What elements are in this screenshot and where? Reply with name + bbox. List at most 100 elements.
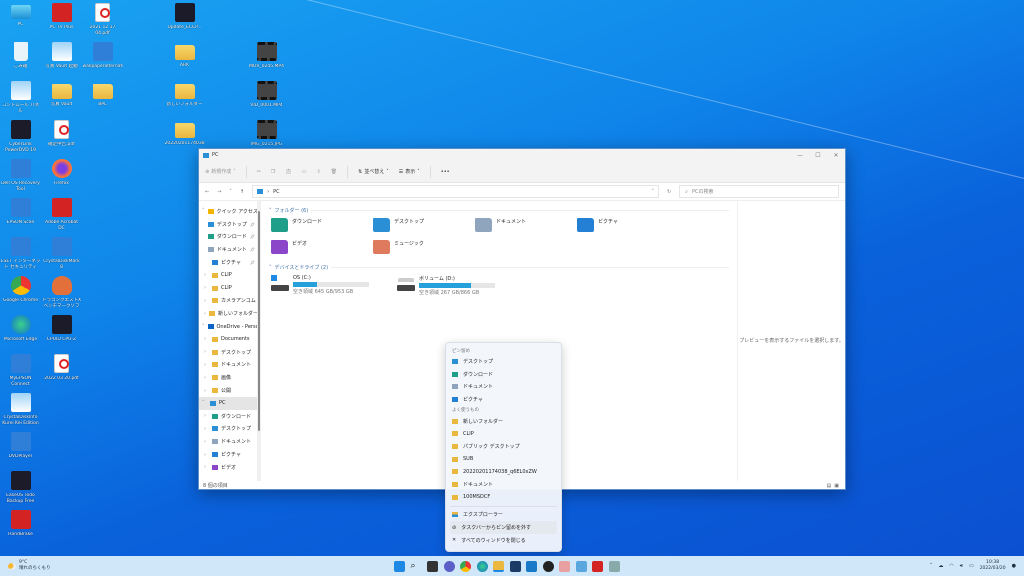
chevron-right-icon[interactable]: ›: [204, 439, 209, 445]
desktop-icon[interactable]: CrystalDiskMark 8: [41, 234, 82, 273]
search-icon[interactable]: ⌕: [411, 561, 422, 572]
close-button[interactable]: ✕: [827, 152, 845, 159]
nav-item[interactable]: › ドキュメント: [199, 359, 257, 372]
nav-item[interactable]: › Documents: [199, 333, 257, 346]
chevron-right-icon[interactable]: ›: [204, 362, 209, 368]
desktop-icon[interactable]: VID_0001.MP4: [246, 78, 287, 117]
nav-item[interactable]: › カメラアンコム: [199, 295, 257, 308]
onedrive-icon[interactable]: ☁: [938, 563, 943, 569]
new-button[interactable]: ⊕ 新規作成 ˅: [205, 168, 236, 176]
chevron-right-icon[interactable]: ›: [204, 426, 209, 432]
nav-item[interactable]: ˅ OneDrive - Perso: [199, 320, 257, 333]
pin-icon[interactable]: 📌︎: [250, 234, 257, 239]
store-icon[interactable]: [509, 560, 521, 572]
desktop-icon[interactable]: 2022 03 20.pdf: [41, 351, 82, 390]
jump-pinned-item[interactable]: ダウンロード: [450, 368, 557, 381]
desktop-icon[interactable]: PC: [0, 0, 41, 39]
folder-item[interactable]: ピクチャ: [577, 218, 679, 240]
view-button[interactable]: ☰ 表示 ˅: [399, 168, 420, 176]
drive-item[interactable]: OS (C:) 空き領域 645 GB/953 GB: [271, 275, 369, 296]
nav-item[interactable]: ピクチャ 📌︎: [199, 256, 257, 269]
chevron-right-icon[interactable]: ›: [204, 311, 206, 317]
desktop-icon[interactable]: CrystalDiskInfo Kurei Kei Edition: [0, 390, 41, 429]
title-bar[interactable]: PC — ☐ ✕: [199, 149, 845, 161]
pin-icon[interactable]: 📌︎: [250, 247, 257, 252]
nav-item[interactable]: › CLIP: [199, 282, 257, 295]
wifi-icon[interactable]: ◠: [949, 563, 953, 569]
breadcrumb-pc[interactable]: PC: [273, 189, 280, 195]
cut-icon[interactable]: ✂: [257, 169, 261, 175]
drives-section-header[interactable]: ˅ デバイスとドライブ (2): [269, 264, 729, 271]
edge-icon[interactable]: [476, 560, 488, 572]
desktop-icon[interactable]: EPSON Scan: [0, 195, 41, 234]
desktop-icon[interactable]: CPUID CPU-Z: [41, 312, 82, 351]
address-bar[interactable]: › PC ˅: [252, 185, 659, 198]
chevron-right-icon[interactable]: ›: [204, 349, 209, 355]
share-icon[interactable]: ⇪: [317, 169, 321, 175]
nav-item[interactable]: › 画像: [199, 371, 257, 384]
desktop-icon[interactable]: MOV_0245.MP4: [246, 39, 287, 78]
folders-section-header[interactable]: ˅ フォルダー (6): [269, 207, 729, 214]
pin-icon[interactable]: 📌︎: [250, 222, 257, 227]
task-view-icon[interactable]: [427, 560, 438, 572]
file-explorer-icon[interactable]: [493, 560, 504, 572]
folder-item[interactable]: デスクトップ: [373, 218, 475, 240]
desktop-icon[interactable]: 写真 Vault 起動: [41, 39, 82, 78]
desktop-icon[interactable]: Dell OS Recovery Tool: [0, 156, 41, 195]
chevron-right-icon[interactable]: ›: [204, 285, 209, 291]
notification-icon[interactable]: ●: [1012, 563, 1016, 569]
nav-item[interactable]: ˅ PC: [199, 396, 257, 410]
pc-tv-icon[interactable]: [592, 560, 603, 572]
nav-scrollbar[interactable]: [257, 201, 261, 481]
snipping-icon[interactable]: [559, 560, 570, 572]
chevron-right-icon[interactable]: ›: [204, 336, 209, 342]
app-icon[interactable]: [608, 560, 620, 572]
nav-item[interactable]: › 新しいフォルダー: [199, 307, 257, 320]
nav-item[interactable]: › デスクトップ: [199, 346, 257, 359]
settings-icon[interactable]: [542, 560, 554, 572]
desktop-icon[interactable]: HandBrake: [0, 507, 41, 546]
desktop-icon[interactable]: ARK: [164, 39, 205, 78]
folder-item[interactable]: ドキュメント: [475, 218, 577, 240]
volume-icon[interactable]: 🔊︎: [960, 563, 963, 569]
desktop-icon[interactable]: Google Chrome: [0, 273, 41, 312]
folder-item[interactable]: ダウンロード: [271, 218, 373, 240]
jump-frequent-item[interactable]: CLIP: [450, 427, 557, 440]
desktop-icon[interactable]: Update_ECCP...: [164, 0, 205, 39]
maximize-button[interactable]: ☐: [809, 152, 827, 159]
pin-icon[interactable]: 📌︎: [250, 260, 257, 265]
desktop-icon[interactable]: CyberLink PowerDVD 19: [0, 117, 41, 156]
search-input[interactable]: ⌕ PCの検索: [679, 185, 839, 198]
desktop-icon[interactable]: ドラゴンクエストX ベンチマークソフト: [41, 273, 82, 312]
jump-frequent-item[interactable]: SUB: [450, 453, 557, 466]
desktop-icon[interactable]: Microsoft Edge: [0, 312, 41, 351]
chevron-down-icon[interactable]: ˅: [202, 400, 207, 406]
up-icon[interactable]: ↑: [240, 189, 244, 195]
jump-frequent-item[interactable]: パブリック デスクトップ: [450, 440, 557, 453]
jump-close-all-windows[interactable]: ✕ すべてのウィンドウを閉じる: [450, 534, 557, 547]
recent-chevron-icon[interactable]: ˅: [229, 189, 232, 195]
chevron-right-icon[interactable]: ›: [204, 464, 209, 470]
address-dropdown-icon[interactable]: ˅: [651, 189, 654, 195]
paste-icon[interactable]: 📋︎: [285, 169, 291, 175]
battery-icon[interactable]: ▭: [969, 563, 974, 569]
jump-pinned-item[interactable]: デスクトップ: [450, 355, 557, 368]
minimize-button[interactable]: —: [791, 152, 809, 159]
nav-item[interactable]: › 公開: [199, 384, 257, 397]
desktop-icon[interactable]: Adobe Acrobat DC: [41, 195, 82, 234]
nav-item[interactable]: › ビデオ: [199, 461, 257, 474]
desktop-icon[interactable]: EaseUS Todo Backup Free: [0, 468, 41, 507]
nav-item[interactable]: › CLIP: [199, 269, 257, 282]
more-button[interactable]: •••: [441, 169, 450, 175]
desktop-icon[interactable]: 新しいフォルダー: [164, 78, 205, 117]
start-icon[interactable]: [394, 560, 405, 572]
delete-icon[interactable]: 🗑︎: [331, 169, 337, 175]
desktop-icon[interactable]: MyEPSON Connect: [0, 351, 41, 390]
desktop-icon[interactable]: DVDPlayer: [0, 429, 41, 468]
chevron-right-icon[interactable]: ›: [204, 413, 209, 419]
jump-frequent-item[interactable]: ドキュメント: [450, 478, 557, 491]
desktop-icon[interactable]: Firefox: [41, 156, 82, 195]
chevron-right-icon[interactable]: ›: [204, 375, 209, 381]
nav-item[interactable]: ダウンロード 📌︎: [199, 231, 257, 244]
desktop-icon[interactable]: 写真 Vault: [41, 78, 82, 117]
